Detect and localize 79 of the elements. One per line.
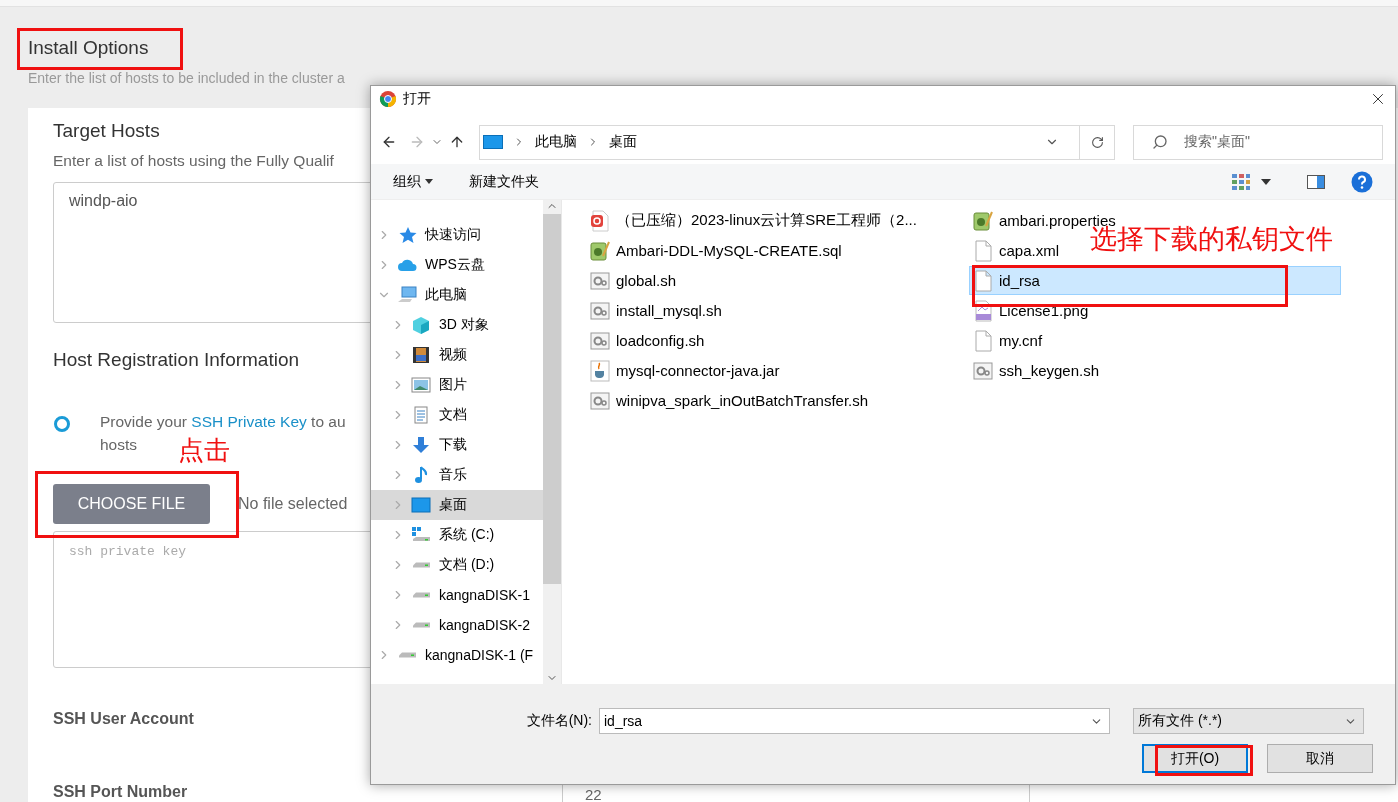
help-icon[interactable] xyxy=(1351,170,1373,193)
file-icon xyxy=(973,239,993,262)
computer-icon xyxy=(397,286,417,304)
file-item[interactable]: ssh_keygen.sh xyxy=(969,356,1105,385)
film-icon xyxy=(411,346,431,364)
search-icon xyxy=(1152,134,1168,150)
file-item[interactable]: my.cnf xyxy=(969,326,1048,355)
breadcrumb[interactable]: 桌面 xyxy=(609,133,637,151)
file-item[interactable]: （已压缩）2023-linux云计算SRE工程师（2... xyxy=(586,206,922,235)
file-item[interactable]: winipva_spark_inOutBatchTransfer.sh xyxy=(586,386,874,415)
cancel-button[interactable]: 取消 xyxy=(1267,744,1373,773)
filename-field[interactable]: id_rsa xyxy=(599,708,1110,734)
page-subtitle: Enter the list of hosts to be included in the cluster a xyxy=(28,70,345,86)
caret-icon[interactable] xyxy=(1261,178,1271,185)
choose-file-button[interactable]: CHOOSE FILE xyxy=(53,484,210,524)
back-icon[interactable] xyxy=(381,134,397,150)
page-title: Install Options xyxy=(28,36,149,60)
field-label: SSH User Account xyxy=(53,710,194,728)
java-cup-icon xyxy=(590,359,610,382)
dialog-title: 打开 xyxy=(403,90,432,108)
file-icon xyxy=(973,269,993,292)
filename-label: 文件名(N): xyxy=(526,712,592,730)
file-item[interactable]: Ambari-DDL-MySQL-CREATE.sql xyxy=(586,236,847,265)
nav-item[interactable]: 视频 xyxy=(371,340,543,370)
notepad-icon xyxy=(590,239,610,262)
script-file-icon xyxy=(590,299,610,322)
ssh-key-link[interactable]: SSH Private Key xyxy=(191,413,307,430)
radio-button[interactable] xyxy=(54,416,70,432)
desktop-icon xyxy=(411,496,431,514)
script-file-icon xyxy=(973,359,993,382)
document-icon xyxy=(411,406,431,424)
file-status: No file selected xyxy=(238,495,348,513)
file-item[interactable]: install_mysql.sh xyxy=(586,296,727,325)
file-item[interactable]: id_rsa xyxy=(969,266,1341,295)
file-icon xyxy=(973,329,993,352)
scrollbar[interactable] xyxy=(543,200,561,684)
breadcrumb[interactable]: 此电脑 xyxy=(535,133,577,151)
caret-icon xyxy=(425,179,433,184)
annotation-text: 点击 xyxy=(178,438,230,464)
search-field[interactable]: 搜索"桌面" xyxy=(1133,124,1383,160)
script-file-icon xyxy=(590,329,610,352)
file-item[interactable]: loadconfig.sh xyxy=(586,326,710,355)
open-button[interactable]: 打开(O) xyxy=(1142,744,1248,773)
file-item[interactable]: global.sh xyxy=(586,266,682,295)
option-text: Provide your SSH Private Key to au xyxy=(100,412,346,432)
download-icon xyxy=(411,436,431,454)
nav-item[interactable]: 图片 xyxy=(371,370,543,400)
file-item[interactable]: mysql-connector-java.jar xyxy=(586,356,785,385)
script-file-icon xyxy=(590,269,610,292)
forward-icon[interactable] xyxy=(409,134,425,150)
nav-item[interactable]: 音乐 xyxy=(371,460,543,490)
file-item[interactable]: capa.xml xyxy=(969,236,1065,265)
script-file-icon xyxy=(590,389,610,412)
star-icon xyxy=(397,226,417,244)
file-item[interactable]: License1.png xyxy=(969,296,1094,325)
desktop-icon xyxy=(483,135,503,149)
notepad-icon xyxy=(973,209,993,232)
up-icon[interactable] xyxy=(449,134,465,150)
preview-pane-icon[interactable] xyxy=(1307,174,1325,189)
image-icon xyxy=(411,376,431,394)
nav-item[interactable]: 文档 xyxy=(371,400,543,430)
drive-icon xyxy=(411,621,431,629)
section-heading: Host Registration Information xyxy=(53,348,300,372)
section-heading: Target Hosts xyxy=(53,119,160,143)
system-drive-icon xyxy=(411,526,431,544)
field-label: SSH Port Number xyxy=(53,783,188,801)
nav-item[interactable]: 桌面 xyxy=(371,490,543,520)
cube-icon xyxy=(411,316,431,334)
file-type-select[interactable]: 所有文件 (*.*) xyxy=(1133,708,1364,734)
drive-icon xyxy=(411,561,431,569)
pdf-file-icon xyxy=(590,209,610,232)
drive-icon xyxy=(411,591,431,599)
view-options-icon[interactable] xyxy=(1231,172,1251,191)
browser-icon xyxy=(379,90,397,108)
section-hint: Enter a list of hosts using the Fully Qualif xyxy=(53,152,334,170)
drive-icon xyxy=(397,651,417,659)
address-bar[interactable]: 此电脑 桌面 xyxy=(479,124,1115,160)
option-text-continued: hosts xyxy=(100,435,138,455)
nav-item[interactable]: 下载 xyxy=(371,430,543,460)
